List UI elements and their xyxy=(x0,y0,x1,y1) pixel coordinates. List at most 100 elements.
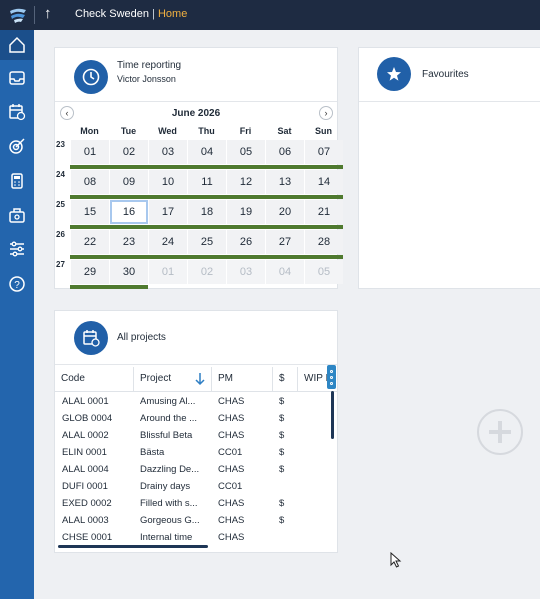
calendar-day[interactable]: 01 xyxy=(71,140,109,164)
cell-project: Dazzling De... xyxy=(140,464,200,475)
week-number: 25 xyxy=(56,200,65,209)
calendar-day[interactable]: 13 xyxy=(266,170,304,194)
column-header-code[interactable]: Code xyxy=(55,367,133,391)
table-row[interactable]: DUFI 0001 Drainy days CC01 xyxy=(55,478,335,495)
week-reported-bar xyxy=(70,255,343,259)
calendar-day[interactable]: 04 xyxy=(266,260,304,284)
week-number: 27 xyxy=(56,260,65,269)
svg-text:?: ? xyxy=(14,280,20,291)
calendar-day[interactable]: 18 xyxy=(188,200,226,224)
calendar-day[interactable]: 30 xyxy=(110,260,148,284)
week-reported-bar xyxy=(70,165,343,169)
column-header-currency[interactable]: $ xyxy=(273,367,297,391)
calendar-day[interactable]: 15 xyxy=(71,200,109,224)
cell-pm: CHAS xyxy=(218,515,245,526)
column-chooser-handle[interactable] xyxy=(327,365,336,389)
calendar-day[interactable]: 12 xyxy=(227,170,265,194)
calendar-day[interactable]: 22 xyxy=(71,230,109,254)
cell-code: ALAL 0002 xyxy=(62,430,109,441)
calendar-day[interactable]: 05 xyxy=(305,260,343,284)
toolbox-icon xyxy=(9,208,25,223)
sliders-icon xyxy=(10,241,24,257)
cell-pm: CC01 xyxy=(218,447,243,458)
table-row[interactable]: EXED 0002 Filled with s... CHAS $ xyxy=(55,495,335,512)
add-widget-button[interactable] xyxy=(477,409,523,455)
vertical-scrollbar[interactable] xyxy=(331,391,334,439)
arrow-down-icon[interactable] xyxy=(194,372,206,386)
favourites-header: Favourites xyxy=(359,48,540,102)
cell-code: ALAL 0003 xyxy=(62,515,109,526)
week-reported-bar xyxy=(70,285,148,289)
calendar-day[interactable]: 06 xyxy=(266,140,304,164)
table-row[interactable]: CHSE 0001 Internal time CHAS xyxy=(55,529,335,546)
calendar-day[interactable]: 23 xyxy=(110,230,148,254)
cell-project: Drainy days xyxy=(140,481,191,492)
cell-project: Internal time xyxy=(140,532,193,543)
cell-currency: $ xyxy=(279,430,285,441)
table-row[interactable]: ALAL 0004 Dazzling De... CHAS $ xyxy=(55,461,335,478)
breadcrumb-home[interactable]: Home xyxy=(158,8,187,20)
all-projects-card: All projects Code Project PM $ WIP I ALA… xyxy=(54,310,338,553)
time-reporting-header: Time reporting Victor Jonsson xyxy=(55,48,337,102)
horizontal-scrollbar[interactable] xyxy=(58,545,208,548)
cell-currency: $ xyxy=(279,447,285,458)
calendar-check-icon xyxy=(9,104,26,121)
calendar-day[interactable]: 21 xyxy=(305,200,343,224)
arrow-up-icon[interactable]: ↑ xyxy=(44,5,52,23)
column-header-wip[interactable]: WIP I xyxy=(298,367,328,391)
calendar-day[interactable]: 03 xyxy=(227,260,265,284)
calendar-day[interactable]: 01 xyxy=(149,260,187,284)
calendar-day[interactable]: 27 xyxy=(266,230,304,254)
sidebar-item-toolbox[interactable] xyxy=(0,200,34,230)
help-icon: ? xyxy=(9,276,25,292)
calendar-day[interactable]: 25 xyxy=(188,230,226,254)
table-row[interactable]: GLOB 0004 Around the ... CHAS $ xyxy=(55,410,335,427)
calendar-day[interactable]: 08 xyxy=(71,170,109,194)
sidebar-item-calendar-check[interactable] xyxy=(0,97,34,127)
calendar-day[interactable]: 20 xyxy=(266,200,304,224)
sidebar-item-help[interactable]: ? xyxy=(0,269,34,299)
calendar-day[interactable]: 19 xyxy=(227,200,265,224)
calendar-day[interactable]: 04 xyxy=(188,140,226,164)
star-icon xyxy=(377,57,411,91)
calendar-day[interactable]: 02 xyxy=(110,140,148,164)
calendar-day[interactable]: 03 xyxy=(149,140,187,164)
table-row[interactable]: ELIN 0001 Bästa CC01 $ xyxy=(55,444,335,461)
calendar-day[interactable]: 24 xyxy=(149,230,187,254)
sidebar-item-settings[interactable] xyxy=(0,234,34,264)
sidebar-item-home[interactable] xyxy=(0,30,34,60)
sidebar-item-inbox[interactable] xyxy=(0,63,34,93)
table-row[interactable]: ALAL 0002 Blissful Beta CHAS $ xyxy=(55,427,335,444)
cell-pm: CHAS xyxy=(218,430,245,441)
column-header-pm[interactable]: PM xyxy=(212,367,272,391)
calendar-day[interactable]: 11 xyxy=(188,170,226,194)
sidebar-item-target[interactable] xyxy=(0,131,34,161)
cell-pm: CC01 xyxy=(218,481,243,492)
cell-pm: CHAS xyxy=(218,413,245,424)
calendar-day[interactable]: 09 xyxy=(110,170,148,194)
calendar-day[interactable]: 02 xyxy=(188,260,226,284)
calendar-day[interactable]: 26 xyxy=(227,230,265,254)
calendar-day[interactable]: 16 xyxy=(110,200,148,224)
week-reported-bar xyxy=(70,195,343,199)
calendar-day[interactable]: 28 xyxy=(305,230,343,254)
calendar-day[interactable]: 10 xyxy=(149,170,187,194)
sidebar-item-calculator[interactable] xyxy=(0,166,34,196)
calendar-day[interactable]: 17 xyxy=(149,200,187,224)
weekday-header: Mon xyxy=(80,126,99,136)
weekday-header: Thu xyxy=(198,126,215,136)
week-number: 24 xyxy=(56,170,65,179)
clock-icon xyxy=(74,60,108,94)
calendar-day[interactable]: 14 xyxy=(305,170,343,194)
app-logo-icon[interactable] xyxy=(8,6,28,24)
table-row[interactable]: ALAL 0001 Amusing Al... CHAS $ xyxy=(55,393,335,410)
calendar-day[interactable]: 05 xyxy=(227,140,265,164)
topbar-divider xyxy=(34,6,35,24)
calendar-day[interactable]: 07 xyxy=(305,140,343,164)
calendar-day[interactable]: 29 xyxy=(71,260,109,284)
user-name: Victor Jonsson xyxy=(117,74,176,84)
table-row[interactable]: ALAL 0003 Gorgeous G... CHAS $ xyxy=(55,512,335,529)
all-projects-header: All projects xyxy=(55,311,337,365)
cell-pm: CHAS xyxy=(218,532,245,543)
calendar-month: June 2026 xyxy=(171,108,221,119)
